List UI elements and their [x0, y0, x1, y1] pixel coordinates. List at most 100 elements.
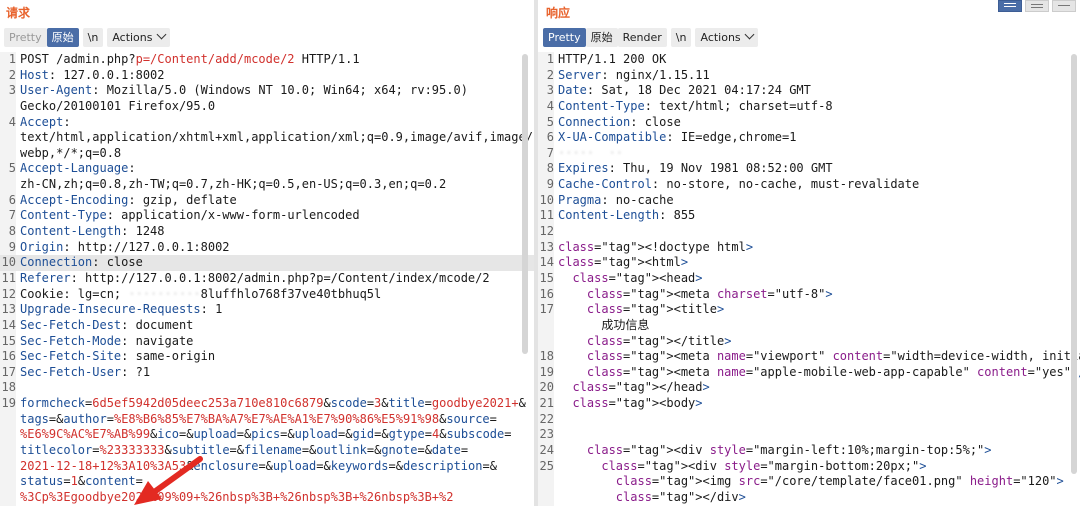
- code-line[interactable]: 19 formcheck=6d5ef5942d05deec253a710e810c…: [0, 396, 534, 412]
- code-line[interactable]: 17 class="tag"><title>: [538, 302, 1080, 318]
- line-text: zh-CN,zh;q=0.8,zh-TW;q=0.7,zh-HK;q=0.5,e…: [20, 177, 447, 192]
- code-line[interactable]: 20 class="tag"></head>: [538, 380, 1080, 396]
- code-line[interactable]: Gecko/20100101 Firefox/95.0: [0, 99, 534, 115]
- code-line[interactable]: 2 Host: 127.0.0.1:8002: [0, 68, 534, 84]
- code-line[interactable]: 14 class="tag"><html>: [538, 255, 1080, 271]
- code-line[interactable]: 18: [0, 380, 534, 396]
- code-line[interactable]: webp,*/*;q=0.8: [0, 146, 534, 162]
- code-line[interactable]: 16 class="tag"><meta charset="utf-8">: [538, 287, 1080, 303]
- code-line[interactable]: 4 Accept:: [0, 115, 534, 131]
- code-line[interactable]: 21 class="tag"><body>: [538, 396, 1080, 412]
- code-line[interactable]: 16 Sec-Fetch-Site: same-origin: [0, 349, 534, 365]
- split-horizontal-icon[interactable]: [998, 0, 1022, 12]
- code-line[interactable]: 13 class="tag"><!doctype html>: [538, 240, 1080, 256]
- code-line[interactable]: 18 class="tag"><meta name="viewport" con…: [538, 349, 1080, 365]
- code-line[interactable]: 11 Content-Length: 855: [538, 208, 1080, 224]
- line-number: 5: [8, 161, 16, 176]
- code-line[interactable]: 1 POST /admin.php?p=/Content/add/mcode/2 …: [0, 52, 534, 68]
- code-line[interactable]: class="tag"><img src="/core/template/fac…: [538, 474, 1080, 490]
- code-line[interactable]: 10 Pragma: no-cache: [538, 193, 1080, 209]
- line-text: Connection: close: [20, 255, 143, 270]
- code-line[interactable]: 19 class="tag"><meta name="apple-mobile-…: [538, 365, 1080, 381]
- code-line[interactable]: 23: [538, 427, 1080, 443]
- code-line[interactable]: 12 Cookie: lg=cn; ··········8luffhlo768f3…: [0, 287, 534, 303]
- code-line[interactable]: zh-CN,zh;q=0.8,zh-TW;q=0.7,zh-HK;q=0.5,e…: [0, 177, 534, 193]
- code-line[interactable]: titlecolor=%23333333&subtitle=&filename=…: [0, 443, 534, 459]
- code-line[interactable]: 11 Referer: http://127.0.0.1:8002/admin.p…: [0, 271, 534, 287]
- code-line[interactable]: 2021-12-18+12%3A10%3A53&enclosure=&uploa…: [0, 459, 534, 475]
- request-editor[interactable]: 1 POST /admin.php?p=/Content/add/mcode/2 …: [0, 52, 534, 506]
- code-line[interactable]: 5 Accept-Language:: [0, 161, 534, 177]
- code-line[interactable]: 8 Expires: Thu, 19 Nov 1981 08:52:00 GMT: [538, 161, 1080, 177]
- code-line[interactable]: 6 X-UA-Compatible: IE=edge,chrome=1: [538, 130, 1080, 146]
- code-line[interactable]: 4 Content-Type: text/html; charset=utf-8: [538, 99, 1080, 115]
- request-scrollbar[interactable]: [522, 54, 528, 354]
- line-text: Origin: http://127.0.0.1:8002: [20, 239, 230, 254]
- request-tab-pretty[interactable]: Pretty: [4, 28, 47, 47]
- code-line[interactable]: 24 class="tag"><div style="margin-left:1…: [538, 443, 1080, 459]
- line-text: Content-Length: 855: [558, 208, 696, 223]
- line-text: class="tag"><meta name="apple-mobile-web…: [586, 364, 1080, 379]
- code-line[interactable]: 3 User-Agent: Mozilla/5.0 (Windows NT 10.…: [0, 83, 534, 99]
- code-line[interactable]: text/html,application/xhtml+xml,applicat…: [0, 130, 534, 146]
- code-line[interactable]: 14 Sec-Fetch-Dest: document: [0, 318, 534, 334]
- code-line[interactable]: 7 Content-Type: application/x-www-form-ur…: [0, 208, 534, 224]
- code-line[interactable]: 2 Server: nginx/1.15.11: [538, 68, 1080, 84]
- request-actions-button[interactable]: Actions: [107, 28, 170, 47]
- line-text: Content-Type: application/x-www-form-url…: [20, 208, 360, 223]
- line-text: class="tag"></head>: [572, 380, 710, 395]
- line-text: POST /admin.php?p=/Content/add/mcode/2 H…: [20, 52, 360, 66]
- code-line[interactable]: 22: [538, 412, 1080, 428]
- code-line[interactable]: tags=&author=%E8%B6%85%E7%BA%A7%E7%AE%A1…: [0, 412, 534, 428]
- response-tab-newline[interactable]: \n: [670, 28, 692, 47]
- code-line[interactable]: 6 Accept-Encoding: gzip, deflate: [0, 193, 534, 209]
- line-number: 12: [1, 286, 16, 301]
- line-number: 6: [8, 192, 16, 207]
- response-scrollbar[interactable]: [1071, 54, 1077, 474]
- code-line[interactable]: 7 ····· ··: [538, 146, 1080, 162]
- code-line[interactable]: %E6%9C%AC%E7%AB%99&ico=&upload=&pics=&up…: [0, 427, 534, 443]
- line-text: class="tag"></title>: [586, 333, 732, 348]
- code-line[interactable]: status=1&content=: [0, 474, 534, 490]
- code-line[interactable]: 12: [538, 224, 1080, 240]
- code-line[interactable]: 8 Content-Length: 1248: [0, 224, 534, 240]
- response-tab-render[interactable]: Render: [617, 28, 667, 47]
- response-actions-button[interactable]: Actions: [695, 28, 758, 47]
- code-line[interactable]: class="tag"></title>: [538, 334, 1080, 350]
- code-line[interactable]: 17 Sec-Fetch-User: ?1: [0, 365, 534, 381]
- line-number: 3: [546, 83, 554, 98]
- code-line[interactable]: 1 HTTP/1.1 200 OK: [538, 52, 1080, 68]
- code-line[interactable]: 9 Cache-Control: no-store, no-cache, must…: [538, 177, 1080, 193]
- line-text: Content-Type: text/html; charset=utf-8: [558, 98, 833, 113]
- response-tab-pretty[interactable]: Pretty: [543, 28, 586, 47]
- line-number: 9: [8, 239, 16, 254]
- line-number: 12: [539, 224, 554, 239]
- layout-buttons: [998, 0, 1076, 12]
- single-pane-icon[interactable]: [1052, 0, 1076, 12]
- line-text: Cache-Control: no-store, no-cache, must-…: [558, 177, 920, 192]
- code-line[interactable]: 25 class="tag"><div style="margin-bottom…: [538, 459, 1080, 475]
- code-line[interactable]: 15 Sec-Fetch-Mode: navigate: [0, 334, 534, 350]
- line-number: 14: [1, 317, 16, 332]
- response-tab-raw[interactable]: 原始: [585, 28, 618, 47]
- code-line[interactable]: 成功信息: [538, 318, 1080, 334]
- code-line[interactable]: 13 Upgrade-Insecure-Requests: 1: [0, 302, 534, 318]
- code-line[interactable]: %3Cp%3Egoodbye2021%09%09+%26nbsp%3B+%26n…: [0, 490, 534, 506]
- code-line[interactable]: 5 Connection: close: [538, 115, 1080, 131]
- code-line[interactable]: 15 class="tag"><head>: [538, 271, 1080, 287]
- request-toolbar: Pretty 原始 \n Actions: [4, 28, 170, 48]
- code-line[interactable]: 10 Connection: close: [0, 255, 534, 271]
- line-number: 23: [539, 427, 554, 442]
- line-number: 1: [8, 52, 16, 66]
- line-number: 3: [8, 83, 16, 98]
- split-vertical-icon[interactable]: [1025, 0, 1049, 12]
- code-line[interactable]: 9 Origin: http://127.0.0.1:8002: [0, 240, 534, 256]
- actions-label: Actions: [700, 31, 741, 44]
- response-editor[interactable]: 1 HTTP/1.1 200 OK 2 Server: nginx/1.15.11 3 D…: [538, 52, 1080, 506]
- request-tab-newline[interactable]: \n: [82, 28, 104, 47]
- line-number: 7: [546, 145, 554, 160]
- request-tab-raw[interactable]: 原始: [46, 28, 79, 47]
- code-line[interactable]: 3 Date: Sat, 18 Dec 2021 04:17:24 GMT: [538, 83, 1080, 99]
- line-text: class="tag"><head>: [572, 270, 703, 285]
- code-line[interactable]: class="tag"></div>: [538, 490, 1080, 506]
